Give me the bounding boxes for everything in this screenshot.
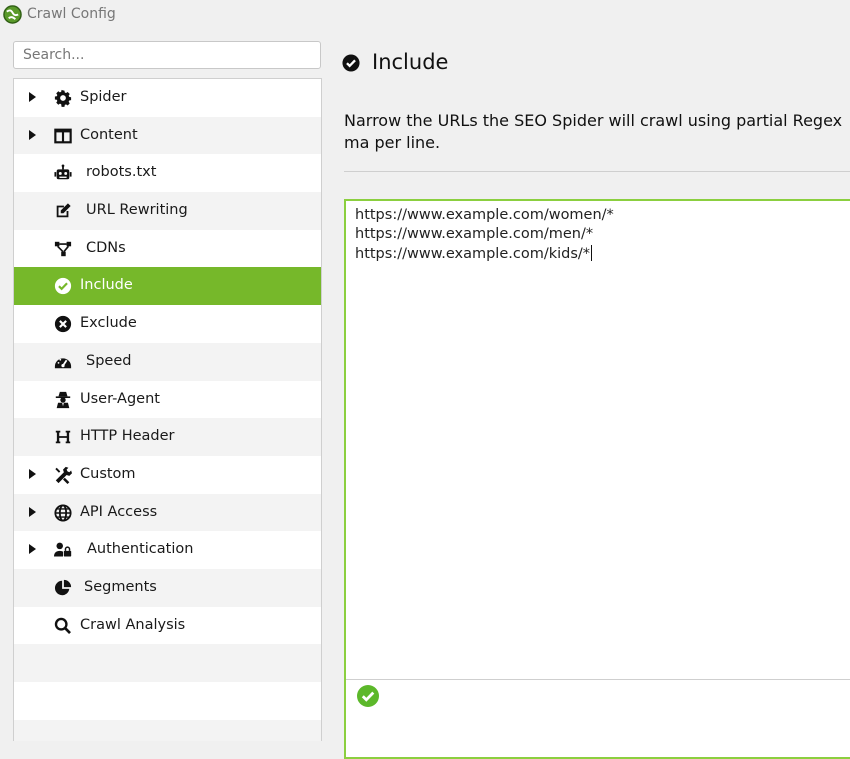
editor-line: https://www.example.com/kids/* <box>355 244 593 262</box>
sidebar-item-cdns[interactable]: CDNs <box>14 229 321 268</box>
editor-line: https://www.example.com/women/* <box>355 207 614 223</box>
user-lock-icon <box>54 542 72 557</box>
sidebar-item-url-rewriting[interactable]: URL Rewriting <box>14 192 321 230</box>
title-bar: Crawl Config <box>0 0 850 30</box>
window-title: Crawl Config <box>27 6 116 22</box>
sidebar-item-label: Authentication <box>87 541 194 558</box>
sidebar-item-api-access[interactable]: API Access <box>14 493 321 532</box>
sidebar-item-custom[interactable]: Custom <box>14 455 321 494</box>
app-globe-icon <box>3 5 22 24</box>
sidebar-item-authentication[interactable]: Authentication <box>14 531 321 569</box>
speedometer-icon <box>54 358 72 369</box>
expand-arrow-icon[interactable] <box>29 468 36 479</box>
sidebar-nav: Spider Content robots.txt URL Rewriting … <box>13 78 322 741</box>
sidebar-item-label: User-Agent <box>80 390 160 407</box>
sidebar-item-robots[interactable]: robots.txt <box>14 154 321 193</box>
sidebar-item-label: URL Rewriting <box>86 202 188 219</box>
search-input[interactable] <box>13 41 321 69</box>
editor-text[interactable]: https://www.example.com/women/* https://… <box>355 206 614 264</box>
check-circle-icon <box>342 54 360 72</box>
editor-line: https://www.example.com/men/* <box>355 226 594 243</box>
sidebar-item-http-header[interactable]: HTTP Header <box>14 418 321 456</box>
sidebar-item-label: Speed <box>86 352 132 369</box>
expand-arrow-icon[interactable] <box>29 506 36 517</box>
include-patterns-editor[interactable]: https://www.example.com/women/* https://… <box>344 199 850 759</box>
sidebar-item-crawl-analysis[interactable]: Crawl Analysis <box>14 606 321 645</box>
heading-icon <box>55 430 71 444</box>
expand-arrow-icon[interactable] <box>29 129 36 140</box>
sidebar-empty-row <box>14 644 321 682</box>
sidebar-item-label: API Access <box>80 503 158 520</box>
sidebar-item-label: CDNs <box>86 239 126 256</box>
expand-arrow-icon[interactable] <box>29 92 36 102</box>
sidebar-item-label: robots.txt <box>86 164 157 181</box>
sidebar-item-content[interactable]: Content <box>14 116 321 155</box>
check-circle-icon <box>54 278 72 295</box>
user-secret-icon <box>55 391 71 408</box>
network-icon <box>54 241 72 256</box>
sidebar-item-label: Include <box>80 277 133 294</box>
columns-icon <box>54 128 72 144</box>
sidebar-empty-row <box>14 682 321 720</box>
valid-check-icon <box>357 685 379 707</box>
divider <box>344 171 850 172</box>
pie-chart-icon <box>54 579 72 596</box>
expand-arrow-icon[interactable] <box>29 544 36 555</box>
tools-icon <box>55 466 72 484</box>
sidebar-item-label: Segments <box>84 578 157 595</box>
sidebar-item-include[interactable]: Include <box>14 267 321 306</box>
sidebar-item-spider[interactable]: Spider <box>14 79 321 117</box>
sidebar-item-user-agent[interactable]: User-Agent <box>14 380 321 419</box>
sidebar-item-exclude[interactable]: Exclude <box>14 305 321 343</box>
sidebar-item-label: HTTP Header <box>80 428 175 445</box>
globe-icon <box>54 504 72 522</box>
edit-icon <box>56 203 71 218</box>
sidebar-item-label: Content <box>80 126 138 143</box>
page-title: Include <box>372 50 449 74</box>
page-description: Narrow the URLs the SEO Spider will craw… <box>344 111 843 152</box>
sidebar-item-segments[interactable]: Segments <box>14 568 321 607</box>
sidebar-item-label: Custom <box>80 465 136 482</box>
sidebar-empty-row <box>14 719 321 741</box>
x-circle-icon <box>54 316 72 333</box>
robot-icon <box>54 164 72 180</box>
sidebar-item-label: Crawl Analysis <box>80 616 186 633</box>
text-cursor <box>591 244 593 261</box>
editor-divider <box>346 679 850 680</box>
search-icon <box>54 617 71 634</box>
sidebar-item-label: Exclude <box>80 315 137 332</box>
sidebar-item-speed[interactable]: Speed <box>14 342 321 381</box>
gear-icon <box>54 89 72 107</box>
sidebar-item-label: Spider <box>80 89 127 105</box>
